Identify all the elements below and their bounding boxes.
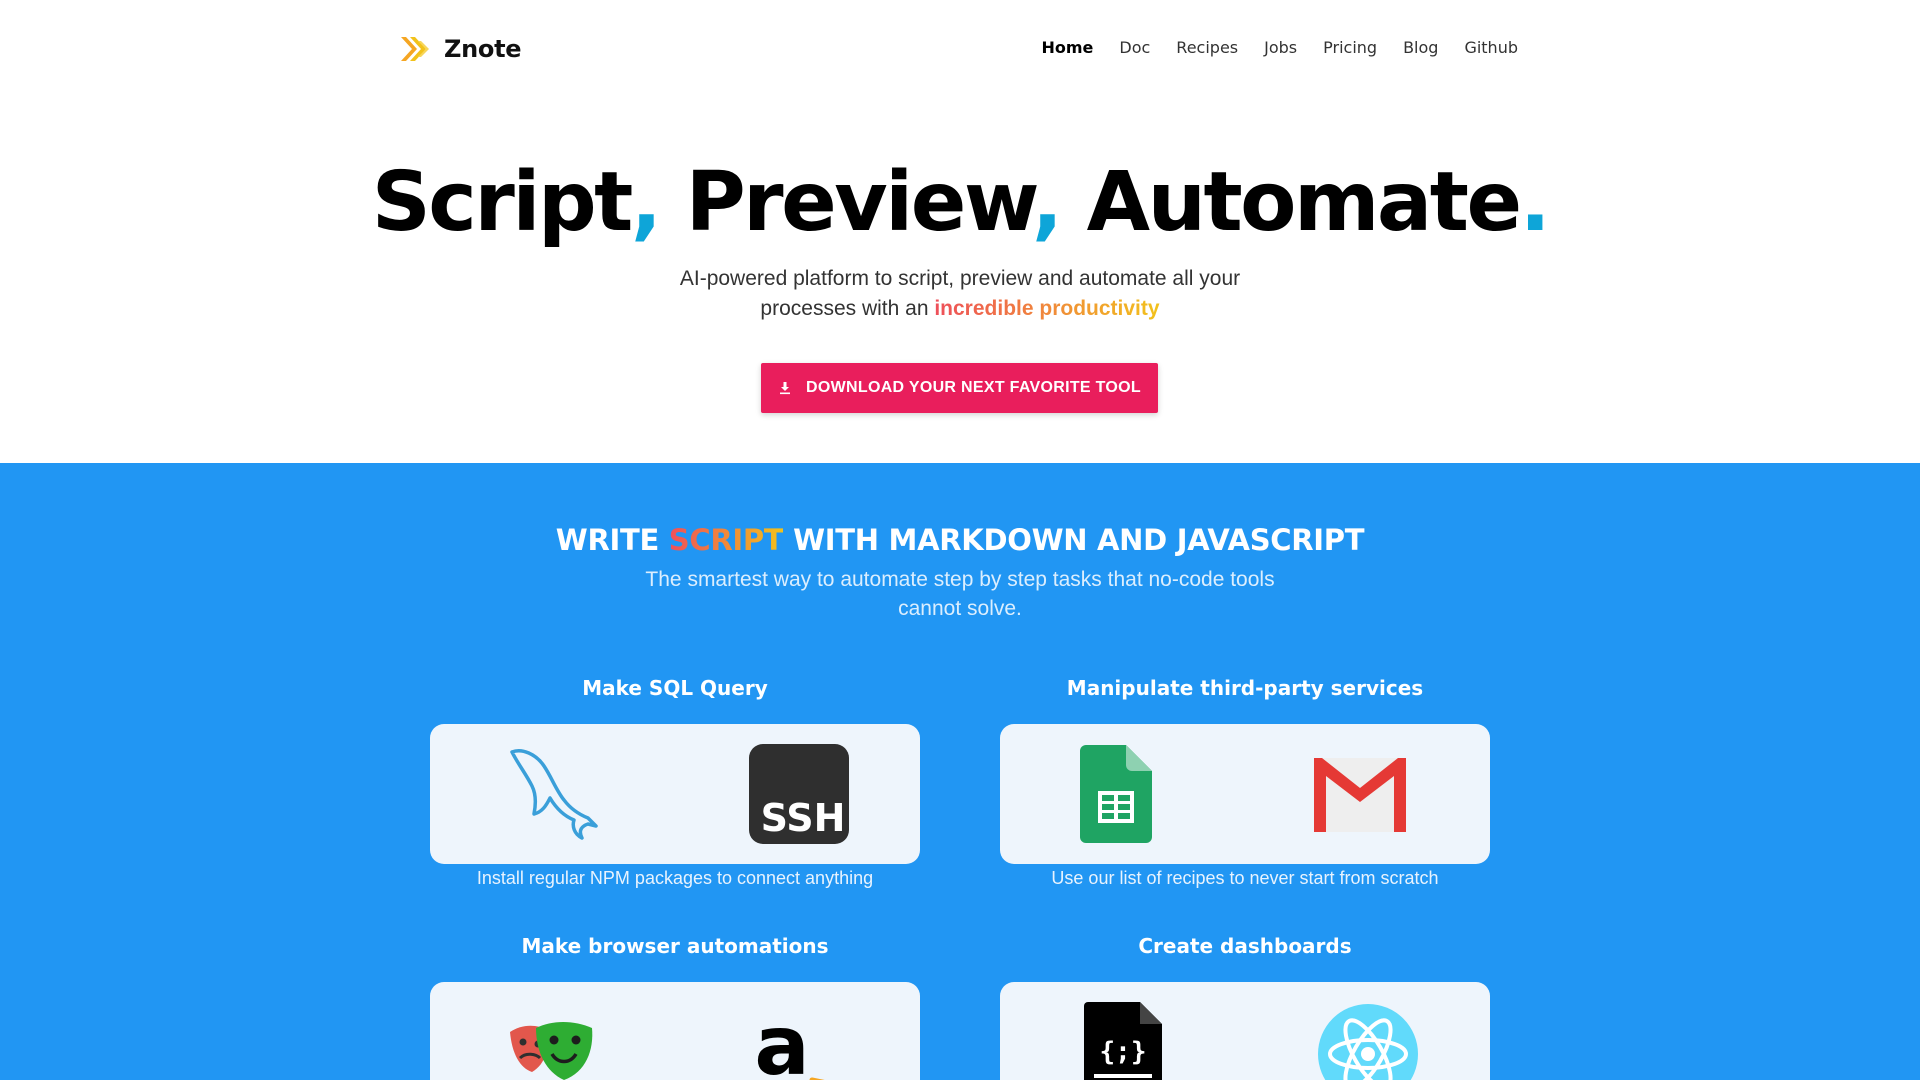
features-subtitle-line2: cannot solve. [898, 597, 1022, 620]
gmail-icon [1314, 758, 1406, 832]
nav-pricing[interactable]: Pricing [1323, 38, 1377, 57]
features-title-highlight: SCRIPT [668, 523, 784, 557]
feature-dashboards: Create dashboards {;} [1000, 934, 1490, 1080]
json-file-icon: {;} [1084, 1002, 1162, 1080]
feature-sql: Make SQL Query SSH Install regular NPM p… [430, 676, 920, 889]
nav-github[interactable]: Github [1464, 38, 1518, 57]
nav-blog[interactable]: Blog [1403, 38, 1438, 57]
nav-recipes[interactable]: Recipes [1176, 38, 1238, 57]
google-sheets-icon [1080, 745, 1152, 843]
feature-third-party: Manipulate third-party services Use our … [1000, 676, 1490, 889]
features-section: WRITE SCRIPT WITH MARKDOWN AND JAVASCRIP… [0, 463, 1920, 1080]
brand-name: Znote [444, 35, 522, 63]
hero-title-word-automate: Automate [1060, 155, 1522, 250]
feature-heading: Create dashboards [1138, 934, 1352, 958]
feature-card: {;} [1000, 982, 1490, 1080]
react-icon [1318, 1004, 1418, 1080]
amazon-icon: a [754, 1000, 825, 1080]
playwright-masks-icon [510, 1022, 593, 1080]
hero-title-comma: , [1031, 155, 1063, 250]
feature-caption: Install regular NPM packages to connect … [476, 868, 874, 888]
feature-card: SSH [430, 724, 920, 864]
feature-heading: Make SQL Query [582, 676, 768, 700]
amazon-letter: a [754, 1000, 809, 1080]
ssh-icon: SSH [749, 744, 849, 844]
ssh-label: SSH [761, 796, 846, 840]
nav-jobs[interactable]: Jobs [1264, 38, 1297, 57]
feature-card [1000, 724, 1490, 864]
feature-card: a [430, 982, 920, 1080]
features-title-prefix: WRITE [555, 523, 669, 557]
hero-subtitle: AI-powered platform to script, preview a… [0, 264, 1920, 324]
mysql-dolphin-icon [510, 749, 598, 840]
download-button-label: DOWNLOAD YOUR NEXT FAVORITE TOOL [806, 379, 1141, 396]
hero-title-word-preview: Preview [659, 155, 1035, 250]
features-title-suffix: WITH MARKDOWN AND JAVASCRIPT [783, 523, 1365, 557]
hero-subtitle-line2-prefix: processes with an [760, 297, 935, 320]
download-icon [780, 382, 791, 395]
download-button[interactable]: DOWNLOAD YOUR NEXT FAVORITE TOOL [761, 363, 1158, 413]
json-file-label: {;} [1100, 1037, 1147, 1067]
brand-link[interactable]: Znote [398, 32, 522, 66]
hero-subtitle-highlight: incredible productivity [934, 297, 1160, 320]
features-title: WRITE SCRIPT WITH MARKDOWN AND JAVASCRIP… [0, 523, 1920, 557]
hero-title-comma: , [630, 155, 662, 250]
top-navigation: Znote Home Doc Recipes Jobs Pricing Blog… [0, 0, 1920, 98]
features-subtitle-line1: The smartest way to automate step by ste… [645, 568, 1275, 591]
hero-title-period: . [1519, 155, 1551, 250]
nav-home[interactable]: Home [1041, 38, 1093, 57]
hero-subtitle-line1: AI-powered platform to script, preview a… [679, 267, 1241, 290]
feature-browser: Make browser automations a [430, 934, 920, 1080]
feature-heading: Make browser automations [521, 934, 829, 958]
hero-title-word-script: Script [371, 155, 634, 250]
features-subtitle: The smartest way to automate step by ste… [0, 565, 1920, 623]
nav-doc[interactable]: Doc [1119, 38, 1150, 57]
feature-heading: Manipulate third-party services [1066, 676, 1424, 700]
hero-title: Script, Preview, Automate. [0, 155, 1920, 250]
feature-caption: Use our list of recipes to never start f… [1051, 868, 1439, 888]
znote-logo-icon [401, 37, 429, 61]
main-menu: Home Doc Recipes Jobs Pricing Blog Githu… [1041, 38, 1518, 57]
